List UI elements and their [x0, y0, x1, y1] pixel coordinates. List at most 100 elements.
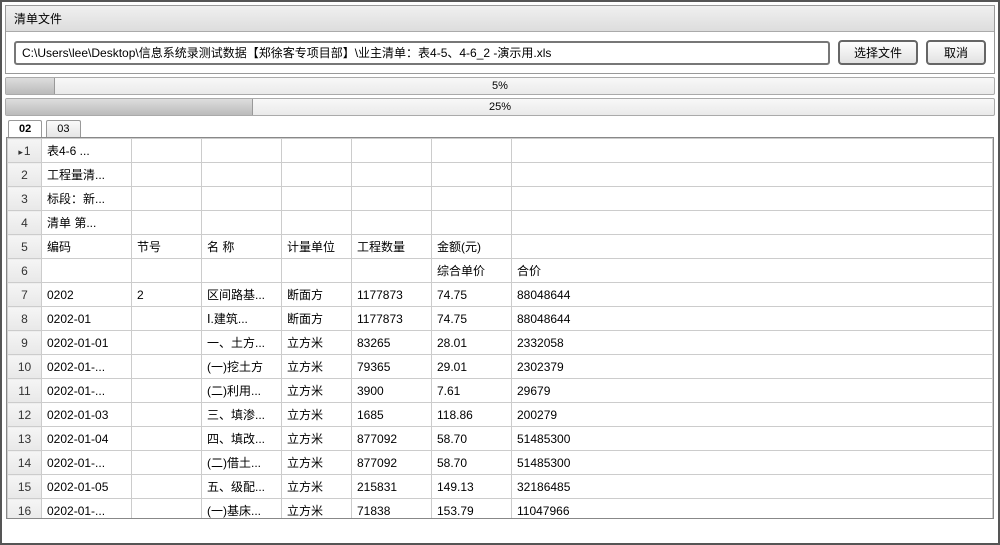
cell[interactable]: 51485300: [512, 427, 993, 451]
cell[interactable]: 11047966: [512, 499, 993, 520]
cell[interactable]: 0202-01-...: [42, 355, 132, 379]
cell[interactable]: 断面方: [282, 283, 352, 307]
cell[interactable]: [352, 259, 432, 283]
cell[interactable]: [202, 163, 282, 187]
table-row[interactable]: 1表4-6 ...: [8, 139, 993, 163]
cell[interactable]: [282, 259, 352, 283]
cell[interactable]: 计量单位: [282, 235, 352, 259]
row-number[interactable]: 2: [8, 163, 42, 187]
cell[interactable]: 74.75: [432, 307, 512, 331]
cell[interactable]: 877092: [352, 427, 432, 451]
cell[interactable]: [282, 163, 352, 187]
table-row[interactable]: 140202-01-...(二)借土...立方米87709258.7051485…: [8, 451, 993, 475]
cell[interactable]: 149.13: [432, 475, 512, 499]
cell[interactable]: 32186485: [512, 475, 993, 499]
cell[interactable]: 工程数量: [352, 235, 432, 259]
tab-02[interactable]: 02: [8, 120, 42, 137]
cell[interactable]: [432, 163, 512, 187]
cell[interactable]: [202, 139, 282, 163]
data-grid[interactable]: 1表4-6 ...2工程量清...3标段：新...4清单 第...5编码节号名 …: [6, 137, 994, 519]
table-row[interactable]: 4清单 第...: [8, 211, 993, 235]
row-number[interactable]: 12: [8, 403, 42, 427]
cell[interactable]: 工程量清...: [42, 163, 132, 187]
cell[interactable]: 215831: [352, 475, 432, 499]
table-row[interactable]: 160202-01-...(一)基床...立方米71838153.7911047…: [8, 499, 993, 520]
cell[interactable]: [132, 139, 202, 163]
cell[interactable]: 立方米: [282, 403, 352, 427]
row-number[interactable]: 13: [8, 427, 42, 451]
row-number[interactable]: 15: [8, 475, 42, 499]
row-number[interactable]: 16: [8, 499, 42, 520]
cell[interactable]: 71838: [352, 499, 432, 520]
cell[interactable]: 29.01: [432, 355, 512, 379]
cell[interactable]: [132, 427, 202, 451]
cell[interactable]: [282, 211, 352, 235]
table-row[interactable]: 150202-01-05五、级配...立方米215831149.13321864…: [8, 475, 993, 499]
table-row[interactable]: 6综合单价合价: [8, 259, 993, 283]
cell[interactable]: 清单 第...: [42, 211, 132, 235]
cell[interactable]: 1685: [352, 403, 432, 427]
table-row[interactable]: 100202-01-...(一)挖土方立方米7936529.012302379: [8, 355, 993, 379]
cell[interactable]: [432, 187, 512, 211]
cell[interactable]: 2: [132, 283, 202, 307]
cell[interactable]: [132, 307, 202, 331]
cell[interactable]: 合价: [512, 259, 993, 283]
cell[interactable]: 58.70: [432, 427, 512, 451]
cell[interactable]: 200279: [512, 403, 993, 427]
cell[interactable]: [132, 211, 202, 235]
cell[interactable]: 3900: [352, 379, 432, 403]
cell[interactable]: 综合单价: [432, 259, 512, 283]
cell[interactable]: 金额(元): [432, 235, 512, 259]
filepath-input[interactable]: [14, 41, 830, 65]
cell[interactable]: 五、级配...: [202, 475, 282, 499]
cell[interactable]: [132, 475, 202, 499]
cell[interactable]: 0202-01-04: [42, 427, 132, 451]
cell[interactable]: [432, 211, 512, 235]
cell[interactable]: 0202-01-03: [42, 403, 132, 427]
cell[interactable]: 三、填渗...: [202, 403, 282, 427]
table-row[interactable]: 5编码节号名 称计量单位工程数量金额(元): [8, 235, 993, 259]
cell[interactable]: 断面方: [282, 307, 352, 331]
cell[interactable]: [132, 331, 202, 355]
cell[interactable]: [132, 451, 202, 475]
cell[interactable]: [132, 403, 202, 427]
table-row[interactable]: 702022区间路基...断面方117787374.7588048644: [8, 283, 993, 307]
cell[interactable]: 0202-01-05: [42, 475, 132, 499]
cell[interactable]: 区间路基...: [202, 283, 282, 307]
cell[interactable]: [132, 355, 202, 379]
cell[interactable]: 0202-01-...: [42, 499, 132, 520]
table-row[interactable]: 130202-01-04四、填改...立方米87709258.705148530…: [8, 427, 993, 451]
row-number[interactable]: 4: [8, 211, 42, 235]
cell[interactable]: 153.79: [432, 499, 512, 520]
cell[interactable]: 立方米: [282, 427, 352, 451]
cell[interactable]: [132, 499, 202, 520]
choose-file-button[interactable]: 选择文件: [838, 40, 918, 65]
cell[interactable]: 立方米: [282, 499, 352, 520]
cell[interactable]: (二)利用...: [202, 379, 282, 403]
table-row[interactable]: 110202-01-...(二)利用...立方米39007.6129679: [8, 379, 993, 403]
cell[interactable]: [512, 211, 993, 235]
cell[interactable]: [352, 211, 432, 235]
cell[interactable]: 1177873: [352, 283, 432, 307]
row-number[interactable]: 1: [8, 139, 42, 163]
table-row[interactable]: 2工程量清...: [8, 163, 993, 187]
table-row[interactable]: 120202-01-03三、填渗...立方米1685118.86200279: [8, 403, 993, 427]
cell[interactable]: [132, 259, 202, 283]
cell[interactable]: 83265: [352, 331, 432, 355]
cell[interactable]: 88048644: [512, 307, 993, 331]
cell[interactable]: 79365: [352, 355, 432, 379]
cell[interactable]: (一)挖土方: [202, 355, 282, 379]
row-number[interactable]: 10: [8, 355, 42, 379]
cell[interactable]: 877092: [352, 451, 432, 475]
row-number[interactable]: 9: [8, 331, 42, 355]
cell[interactable]: 28.01: [432, 331, 512, 355]
cancel-button[interactable]: 取消: [926, 40, 986, 65]
cell[interactable]: 0202-01-01: [42, 331, 132, 355]
table-row[interactable]: 80202-01Ⅰ.建筑...断面方117787374.7588048644: [8, 307, 993, 331]
cell[interactable]: 表4-6 ...: [42, 139, 132, 163]
cell[interactable]: 51485300: [512, 451, 993, 475]
cell[interactable]: [512, 163, 993, 187]
cell[interactable]: 2302379: [512, 355, 993, 379]
row-number[interactable]: 5: [8, 235, 42, 259]
cell[interactable]: 节号: [132, 235, 202, 259]
